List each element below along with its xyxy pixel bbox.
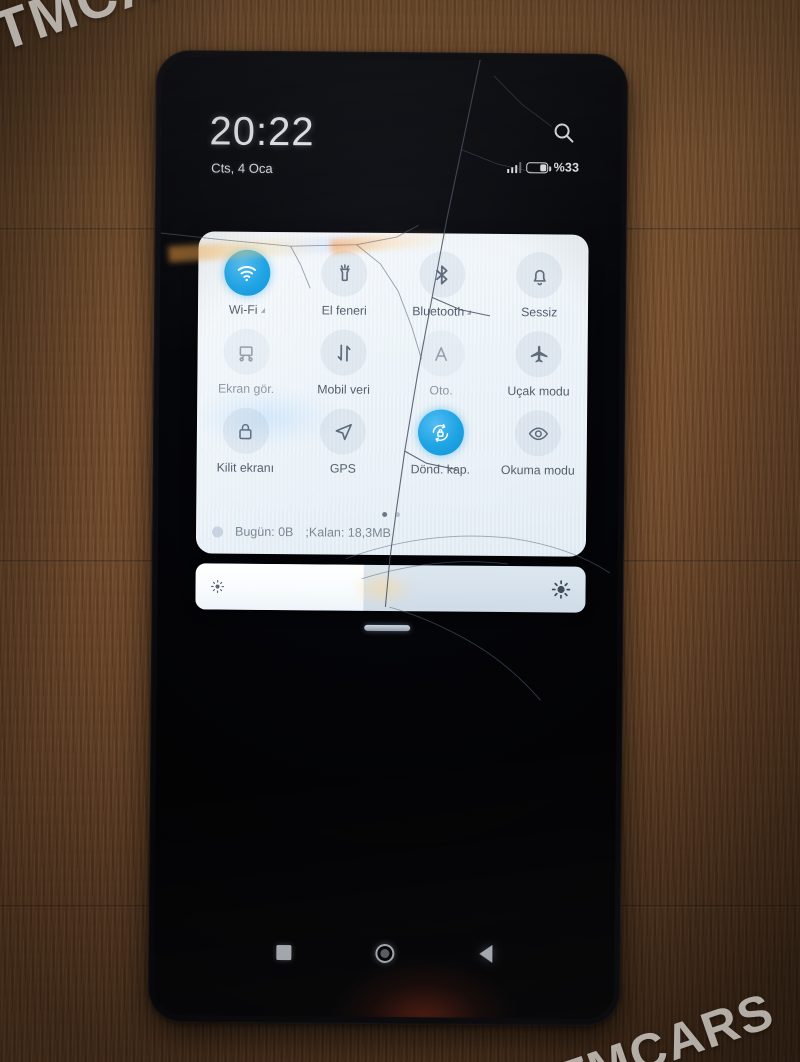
image-vignette [0, 0, 800, 1062]
